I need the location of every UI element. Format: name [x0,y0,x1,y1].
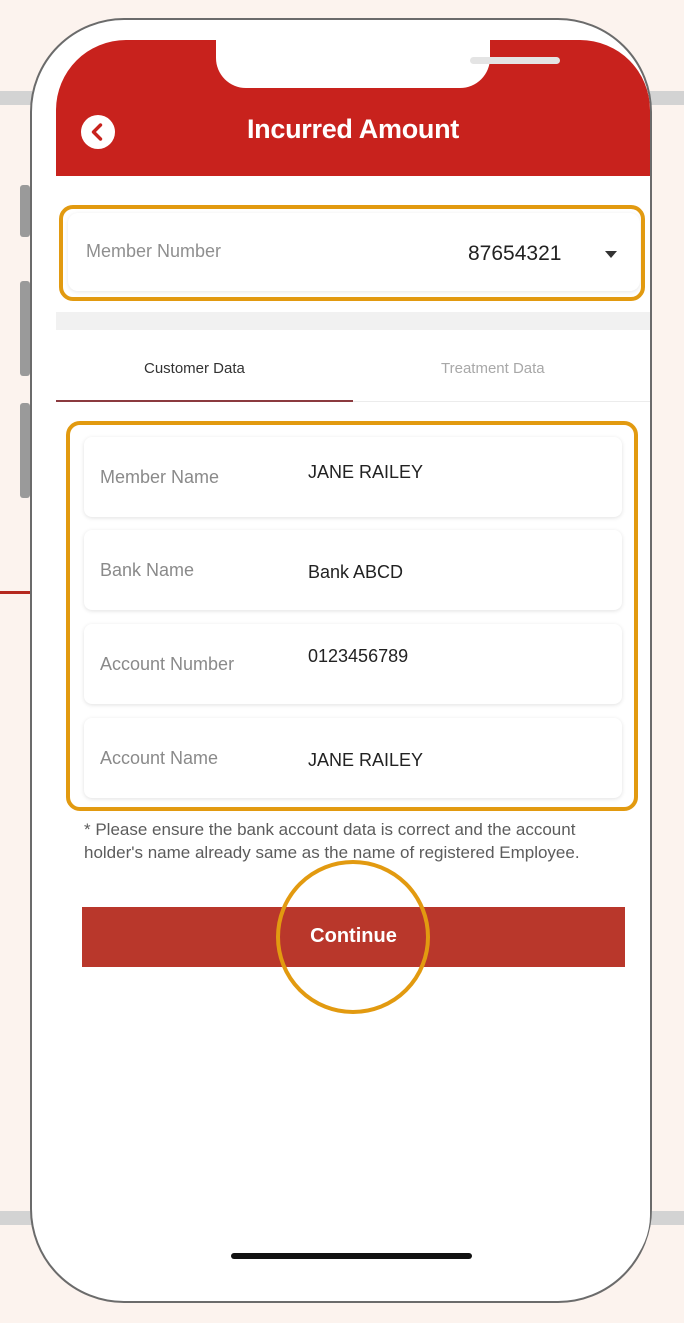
volume-down-button [20,403,30,498]
customer-data-highlight [66,421,638,811]
mute-switch [20,185,30,237]
page-title: Incurred Amount [246,114,459,144]
volume-up-button [20,281,30,376]
tab-bar: Customer Data Treatment Data [56,330,650,402]
member-number-highlight [59,205,645,301]
left-gray-strip [0,91,32,105]
continue-highlight [276,860,430,1014]
active-tab-indicator [56,400,353,402]
section-divider [56,312,650,330]
tab-customer-data[interactable]: Customer Data [144,360,245,377]
right-gray-strip [650,91,684,105]
left-gray-strip-bottom [0,1211,32,1225]
right-gray-strip-bottom [650,1211,684,1225]
speaker-grille [470,57,560,64]
tab-treatment-data[interactable]: Treatment Data [441,360,545,377]
bank-account-note: * Please ensure the bank account data is… [84,820,580,862]
app-header: Incurred Amount [56,40,650,176]
home-indicator [231,1253,472,1259]
tab-divider [353,401,650,402]
phone-notch [216,40,560,88]
